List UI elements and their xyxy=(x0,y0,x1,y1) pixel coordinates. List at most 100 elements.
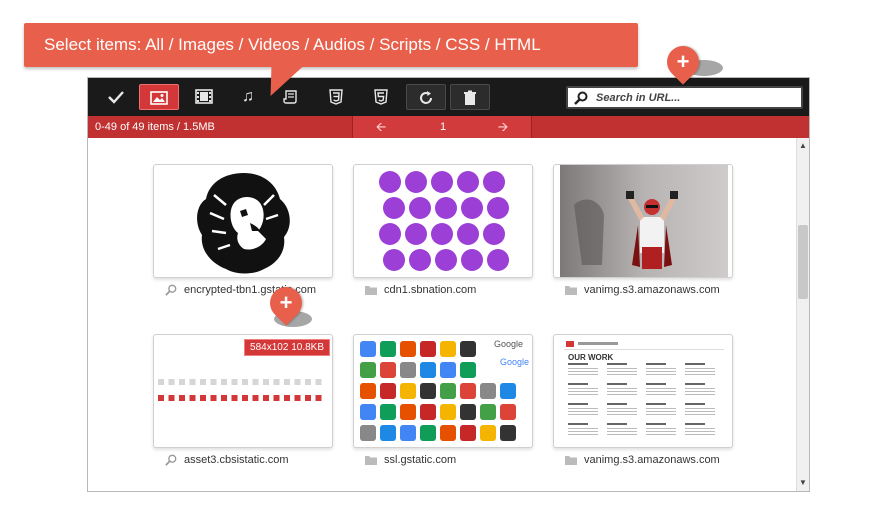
strip-icon-shape xyxy=(200,379,206,385)
strip-icon-shape xyxy=(221,395,227,401)
app-tile xyxy=(460,362,476,378)
strip-icon-shape xyxy=(294,379,301,385)
sticker-shape xyxy=(405,223,427,245)
app-icons-image xyxy=(356,337,532,447)
sticker-shape xyxy=(405,171,427,193)
image-icon xyxy=(150,90,168,105)
doc-text-lines xyxy=(568,363,715,435)
sticker-shape xyxy=(487,249,509,271)
strip-icon-shape xyxy=(242,379,248,385)
app-tile xyxy=(380,404,396,420)
app-tile xyxy=(420,362,436,378)
search-icon xyxy=(165,454,177,466)
clear-button[interactable] xyxy=(450,84,490,110)
doc-heading-line xyxy=(646,363,666,365)
item-thumbnail[interactable]: 584x102 10.8KB xyxy=(153,334,333,448)
doc-text-line xyxy=(685,368,715,369)
filter-videos-button[interactable] xyxy=(184,84,224,110)
refresh-icon xyxy=(420,90,432,104)
filter-images-button[interactable] xyxy=(139,84,179,110)
strip-icon-shape xyxy=(158,379,164,385)
sticker-grid-image xyxy=(379,169,509,275)
strip-icon-shape xyxy=(231,395,238,401)
doc-heading-line xyxy=(685,423,705,425)
sticker-shape xyxy=(483,223,505,245)
strip-icon-shape xyxy=(158,395,164,401)
doc-text-line xyxy=(568,411,598,412)
strip-icon-shape xyxy=(210,395,217,401)
strip-icon-shape xyxy=(189,379,196,385)
app-tile xyxy=(460,425,476,441)
doc-text-line xyxy=(685,411,715,412)
doc-text-line xyxy=(607,374,637,375)
app-tile xyxy=(400,362,416,378)
doc-heading-line xyxy=(685,403,705,405)
doc-text-line xyxy=(646,431,676,432)
prev-page-icon[interactable]: 🡨 xyxy=(371,116,391,138)
app-tile xyxy=(460,383,476,399)
app-tile xyxy=(440,425,456,441)
strip-icon-shape xyxy=(273,395,280,401)
app-tile xyxy=(400,404,416,420)
app-tile xyxy=(500,404,516,420)
refresh-button[interactable] xyxy=(406,84,446,110)
add-pin-icon[interactable]: + xyxy=(263,280,312,327)
doc-heading-line xyxy=(607,383,627,385)
doc-text-line xyxy=(568,434,598,435)
sticker-shape xyxy=(487,197,509,219)
app-tile xyxy=(400,425,416,441)
item-thumbnail[interactable] xyxy=(353,164,533,278)
filter-css-button[interactable] xyxy=(316,84,356,110)
sticker-shape xyxy=(483,171,505,193)
filter-audios-button[interactable]: ♫ xyxy=(228,84,268,110)
app-tile xyxy=(460,404,476,420)
strip-icon-shape xyxy=(305,379,311,385)
strip-icon-shape xyxy=(210,379,217,385)
toolbar: ♫ xyxy=(88,78,809,116)
scroll-thumb[interactable] xyxy=(798,225,808,299)
add-pin-icon[interactable]: + xyxy=(660,39,723,85)
item-caption: vanimg.s3.amazonaws.com xyxy=(558,284,738,300)
doc-text-line xyxy=(685,414,715,415)
strip-icon-shape xyxy=(252,395,259,401)
item-thumbnail[interactable]: Google Google xyxy=(353,334,533,448)
doc-text-line xyxy=(646,394,676,395)
doc-text-line xyxy=(568,408,598,409)
pager: 🡨 1 🡪 xyxy=(352,116,532,138)
folder-icon xyxy=(565,286,577,296)
app-tile xyxy=(380,383,396,399)
scrollbar[interactable]: ▲ ▼ xyxy=(796,138,809,491)
item-caption: cdn1.sbnation.com xyxy=(358,284,538,300)
app-tile xyxy=(380,425,396,441)
check-icon xyxy=(108,90,124,104)
strip-icon-shape xyxy=(179,395,185,401)
strip-icon-shape xyxy=(221,379,227,385)
sticker-shape xyxy=(461,249,483,271)
item-thumbnail[interactable] xyxy=(553,164,733,278)
select-all-button[interactable] xyxy=(96,84,136,110)
doc-text-line xyxy=(646,414,676,415)
sticker-shape xyxy=(409,197,431,219)
app-tile xyxy=(360,404,376,420)
sticker-shape xyxy=(435,249,457,271)
google-logo-text-2: Google xyxy=(500,357,530,367)
doc-heading-line xyxy=(607,423,627,425)
app-tile xyxy=(480,383,496,399)
next-page-icon[interactable]: 🡪 xyxy=(493,116,513,138)
scroll-down-icon[interactable]: ▼ xyxy=(797,477,809,489)
scroll-up-icon[interactable]: ▲ xyxy=(797,140,809,152)
doc-text-line xyxy=(685,394,715,395)
search-input[interactable] xyxy=(596,90,796,106)
doc-text-line xyxy=(685,391,715,392)
app-tile xyxy=(360,425,376,441)
doc-text-line xyxy=(646,388,676,389)
item-thumbnail[interactable] xyxy=(153,164,333,278)
sticker-shape xyxy=(383,249,405,271)
doc-text-line xyxy=(568,388,598,389)
doc-text-line xyxy=(568,414,598,415)
item-thumbnail[interactable]: OUR WORK xyxy=(553,334,733,448)
sticker-shape xyxy=(379,223,401,245)
doc-text-line xyxy=(568,391,598,392)
filter-html-button[interactable] xyxy=(361,84,401,110)
app-tile xyxy=(360,341,376,357)
